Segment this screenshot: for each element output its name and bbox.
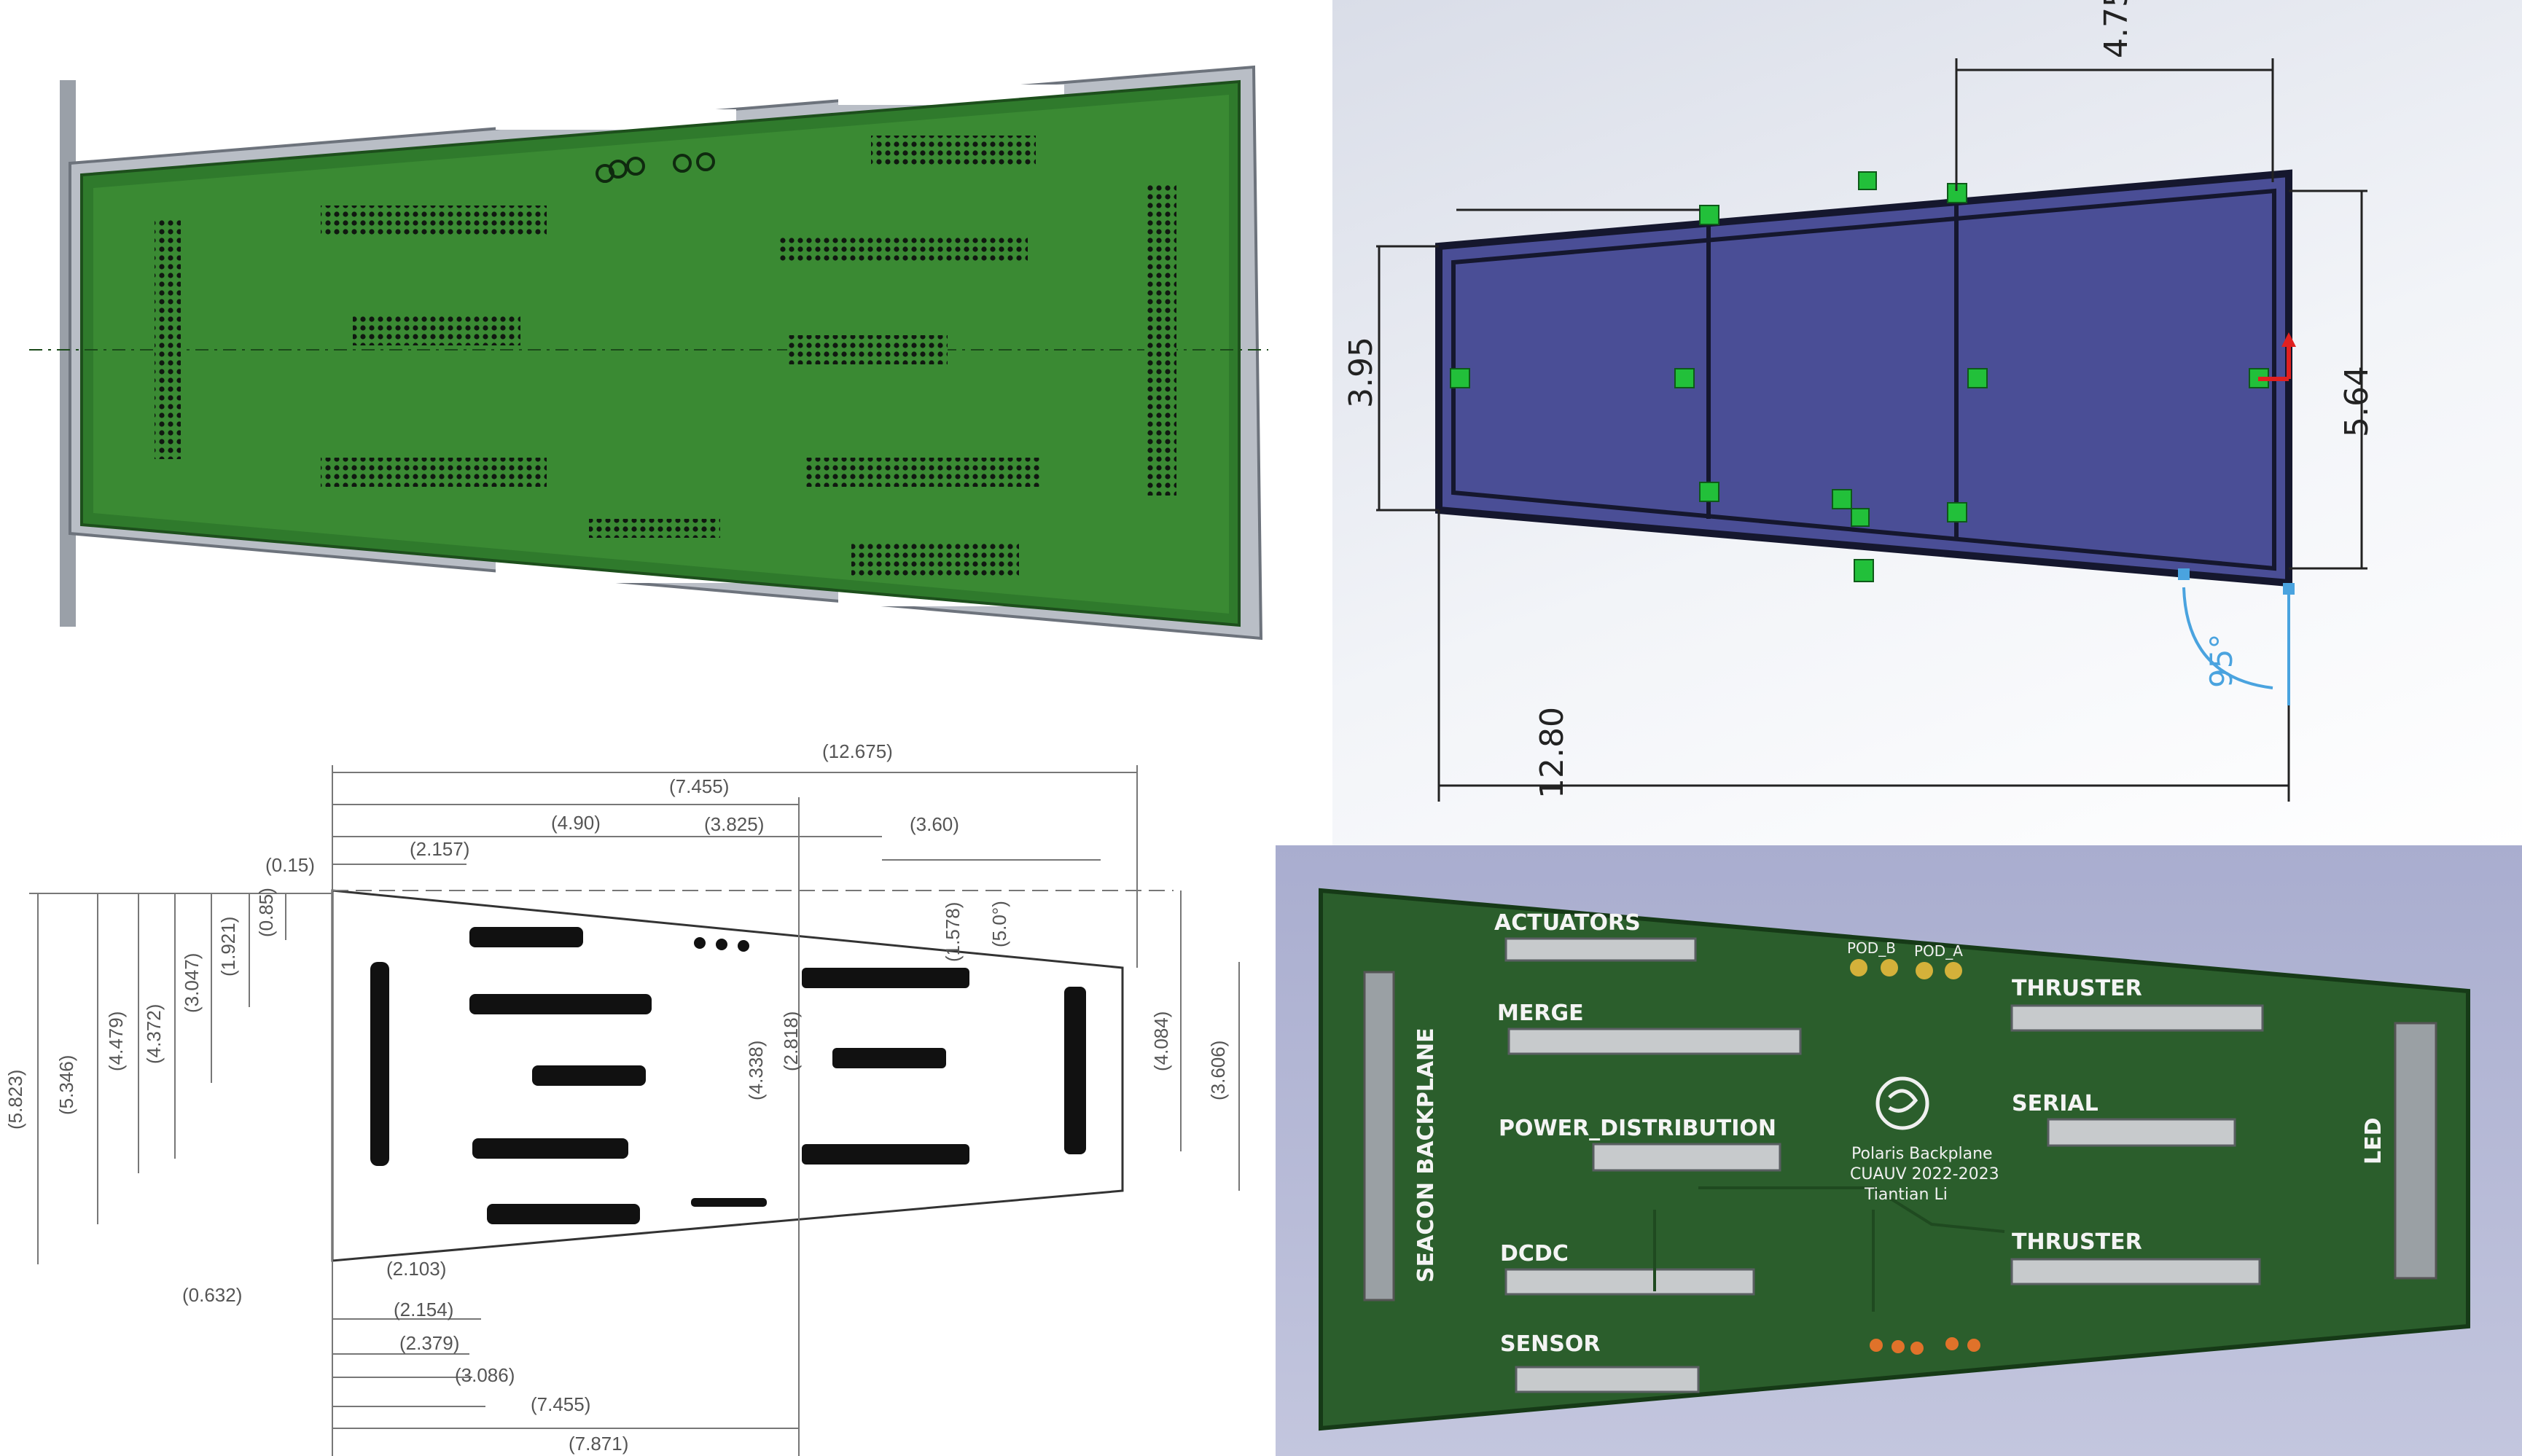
- label-serial: SERIAL: [2012, 1091, 2099, 1116]
- kicad-panel: ACTUATORS MERGE POWER_DISTRIBUTION DCDC …: [1276, 845, 2522, 1456]
- dim-015: (0.15): [265, 854, 315, 876]
- label-led: LED: [2361, 1117, 2386, 1165]
- kicad-svg: ACTUATORS MERGE POWER_DISTRIBUTION DCDC …: [1319, 888, 2470, 1431]
- dim-left[interactable]: 3.95: [1343, 337, 1380, 408]
- label-pod-a: POD_A: [1914, 942, 1963, 960]
- dim-4372: (4.372): [143, 1004, 165, 1064]
- dim-3606: (3.606): [1207, 1041, 1229, 1100]
- credit-line-1: Polaris Backplane: [1851, 1145, 1993, 1163]
- dim-angle[interactable]: 95°: [2203, 634, 2239, 688]
- dim-0632: (0.632): [182, 1284, 242, 1306]
- dim-7455-bottom: (7.455): [531, 1393, 590, 1415]
- dim-5823: (5.823): [4, 1070, 26, 1130]
- dim-360: (3.60): [910, 813, 959, 835]
- credit-line-3: Tiantian Li: [1864, 1186, 1948, 1204]
- dim-4338: (4.338): [745, 1041, 767, 1100]
- seacon-hole-field: [155, 219, 181, 459]
- sketch-panel: 4.75 3.95 5.64 12.80 95°: [1332, 0, 2522, 845]
- sketch-svg: 4.75 3.95 5.64 12.80 95°: [1343, 0, 2375, 802]
- angle-handle[interactable]: [2178, 568, 2190, 580]
- label-pod-b: POD_B: [1847, 939, 1896, 957]
- dim-12675: (12.675): [822, 740, 893, 762]
- credit-line-2: CUAUV 2022-2023: [1850, 1165, 1999, 1183]
- seacon-connector: [1363, 971, 1395, 1302]
- cad-render-svg: [29, 65, 1268, 641]
- drawing-connectors: [370, 927, 1086, 1224]
- dim-50deg: (5.0°): [988, 901, 1010, 947]
- dim-2818: (2.818): [780, 1011, 802, 1071]
- label-dcdc: DCDC: [1500, 1241, 1569, 1267]
- label-thruster-top: THRUSTER: [2012, 976, 2142, 1001]
- dim-2157: (2.157): [410, 838, 469, 860]
- dim-7455-top: (7.455): [669, 775, 729, 797]
- dim-3086: (3.086): [455, 1364, 515, 1386]
- led-hole-field: [1144, 182, 1176, 496]
- angle-handle[interactable]: [2283, 583, 2295, 595]
- label-thruster-bottom: THRUSTER: [2012, 1229, 2142, 1255]
- dim-2379: (2.379): [399, 1332, 459, 1354]
- label-sensor: SENSOR: [1500, 1331, 1600, 1357]
- dim-490: (4.90): [551, 812, 601, 834]
- drawing-panel: (12.675) (7.455) (4.90) (3.825) (3.60) (…: [0, 721, 1268, 1456]
- dim-2154: (2.154): [394, 1299, 453, 1320]
- dim-3047: (3.047): [181, 953, 203, 1013]
- dim-1578: (1.578): [942, 902, 964, 962]
- dim-bottom[interactable]: 12.80: [1534, 707, 1571, 799]
- dim-4479: (4.479): [105, 1011, 127, 1071]
- dim-7871: (7.871): [569, 1433, 628, 1455]
- drawing-svg: (12.675) (7.455) (4.90) (3.825) (3.60) (…: [4, 740, 1240, 1456]
- label-actuators: ACTUATORS: [1494, 910, 1641, 936]
- dim-right[interactable]: 5.64: [2338, 366, 2375, 437]
- led-connector: [2394, 1022, 2437, 1280]
- label-power-distribution: POWER_DISTRIBUTION: [1499, 1116, 1776, 1141]
- drawing-dimension-lines: [29, 765, 1240, 1456]
- dim-5346: (5.346): [55, 1055, 77, 1115]
- dim-4084: (4.084): [1150, 1011, 1172, 1071]
- dim-2103: (2.103): [386, 1258, 446, 1280]
- dim-085: (0.85): [255, 888, 277, 937]
- cad-render-panel: [0, 0, 1312, 700]
- label-merge: MERGE: [1497, 1001, 1584, 1026]
- dim-1921: (1.921): [217, 917, 239, 976]
- label-seacon-backplane: SEACON BACKPLANE: [1413, 1028, 1439, 1283]
- dim-top[interactable]: 4.75: [2098, 0, 2135, 58]
- dim-3825: (3.825): [704, 813, 764, 835]
